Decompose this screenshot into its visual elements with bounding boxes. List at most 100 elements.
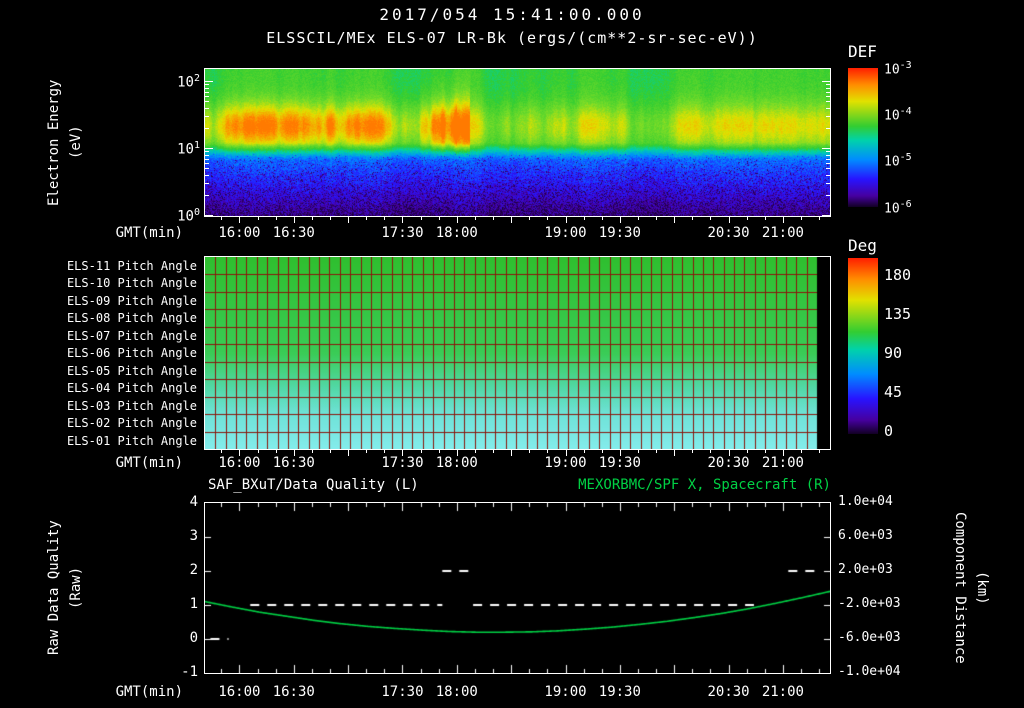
- time-axis-row-3: 16:00 16:30 17:30 18:00 19:00 19:30 20:30 21:00: [205, 684, 830, 700]
- axis-tick-mark: [826, 88, 830, 89]
- axis-tick-mark: [493, 217, 494, 220]
- time-tick-label: 21:00: [761, 225, 804, 241]
- deg-tick-label: 135: [884, 305, 912, 323]
- time-tick-label: 17:30: [381, 225, 424, 241]
- quality-ylabel: Raw Data Quality: [46, 520, 62, 656]
- def-tick-base: 10: [884, 154, 900, 170]
- axis-tick-mark: [826, 101, 830, 102]
- distance-tick-label: 1.0e+04: [838, 494, 893, 509]
- distance-tick-label: -2.0e+03: [838, 596, 901, 611]
- axis-tick-mark: [826, 163, 830, 164]
- axis-tick-mark: [258, 217, 259, 220]
- quality-distance-canvas: [205, 503, 830, 673]
- axis-tick-mark: [205, 128, 209, 129]
- quality-tick-label: -1: [181, 664, 198, 680]
- axis-tick-mark: [258, 450, 259, 453]
- timestamp-title: 2017/054 15:41:00.000: [379, 5, 645, 24]
- quality-tick-label: 0: [189, 630, 198, 646]
- pitch-row-label: ELS-01 Pitch Angle: [66, 433, 197, 448]
- axis-tick-mark: [826, 168, 830, 169]
- time-tick-label: 16:30: [272, 455, 315, 471]
- ytick-exp: 0: [193, 207, 200, 218]
- axis-tick-mark: [566, 450, 567, 456]
- axis-tick-mark: [783, 217, 784, 223]
- axis-tick-mark: [674, 217, 675, 223]
- axis-tick-mark: [205, 163, 209, 164]
- time-tick-label: 20:30: [707, 684, 750, 700]
- axis-tick-mark: [826, 151, 830, 152]
- axis-tick-mark: [402, 450, 403, 456]
- axis-tick-mark: [294, 450, 295, 456]
- def-colorbar: [848, 68, 878, 207]
- axis-tick-mark: [547, 217, 548, 220]
- axis-tick-mark: [384, 450, 385, 453]
- axis-tick-mark: [312, 450, 313, 453]
- axis-tick-mark: [822, 148, 830, 149]
- def-tick-1e-5: 10-5: [884, 152, 912, 169]
- quality-ylabel-units: (Raw): [68, 566, 84, 610]
- axis-tick-mark: [312, 217, 313, 220]
- axis-tick-mark: [330, 217, 331, 220]
- def-tick-exp: -4: [899, 106, 912, 117]
- pitch-row-label: ELS-08 Pitch Angle: [66, 311, 197, 326]
- ytick-exp: 2: [193, 73, 200, 84]
- axis-tick-mark: [584, 450, 585, 453]
- axis-tick-mark: [826, 183, 830, 184]
- axis-tick-mark: [765, 450, 766, 453]
- def-tick-base: 10: [884, 201, 900, 217]
- axis-tick-mark: [826, 128, 830, 129]
- pitch-row-label: ELS-11 Pitch Angle: [66, 259, 197, 273]
- def-tick-exp: -5: [899, 152, 912, 163]
- axis-tick-mark: [294, 217, 295, 223]
- axis-tick-mark: [620, 217, 621, 223]
- axis-tick-mark: [205, 151, 209, 152]
- pitch-row-label: ELS-06 Pitch Angle: [66, 346, 197, 361]
- time-tick-label: 16:00: [218, 225, 261, 241]
- time-tick-label: 16:30: [272, 225, 315, 241]
- deg-tick-label: 180: [884, 266, 912, 284]
- axis-tick-mark: [457, 450, 458, 456]
- quality-tick-label: 2: [189, 562, 198, 578]
- axis-tick-mark: [826, 96, 830, 97]
- distance-right-ticks: 1.0e+04 6.0e+03 2.0e+03 -2.0e+03 -6.0e+03 -1.…: [838, 494, 910, 679]
- time-tick-label: 16:00: [218, 455, 261, 471]
- colorbar-def-label: DEF: [848, 42, 877, 61]
- axis-tick-mark: [826, 92, 830, 93]
- axis-tick-mark: [457, 217, 458, 223]
- axis-tick-mark: [221, 217, 222, 220]
- deg-colorbar: [848, 258, 878, 434]
- axis-tick-mark: [205, 108, 209, 109]
- axis-tick-mark: [602, 217, 603, 220]
- axis-tick-mark: [205, 183, 209, 184]
- axis-tick-mark: [819, 217, 820, 220]
- ytick-1e0: 100: [158, 207, 200, 225]
- quality-left-ticks: 4 3 2 1 0 -1: [168, 494, 198, 680]
- axis-tick-mark: [205, 155, 209, 156]
- time-tick-label: 20:30: [707, 225, 750, 241]
- def-tick-1e-4: 10-4: [884, 106, 912, 123]
- def-tick-base: 10: [884, 108, 900, 124]
- axis-tick-mark: [205, 88, 209, 89]
- time-tick-label: 16:00: [218, 684, 261, 700]
- axis-tick-mark: [511, 217, 512, 223]
- axis-tick-mark: [205, 195, 209, 196]
- distance-tick-label: 6.0e+03: [838, 528, 893, 543]
- pitch-row-label: ELS-05 Pitch Angle: [66, 363, 197, 378]
- distance-ylabel: Component Distance: [952, 512, 968, 664]
- axis-tick-mark: [529, 217, 530, 220]
- axis-tick-mark: [366, 217, 367, 220]
- time-tick-label: 21:00: [761, 684, 804, 700]
- axis-tick-mark: [826, 155, 830, 156]
- axis-tick-mark: [239, 450, 240, 456]
- axis-tick-mark: [638, 450, 639, 453]
- electron-spectrogram-canvas: [205, 69, 830, 216]
- distance-tick-label: -6.0e+03: [838, 630, 901, 645]
- pitch-row-label: ELS-03 Pitch Angle: [66, 398, 197, 413]
- quality-distance-panel: [204, 502, 831, 674]
- time-axis-row-1: 16:00 16:30 17:30 18:00 19:00 19:30 20:30 21:00: [205, 225, 830, 241]
- time-tick-label: 19:30: [598, 225, 641, 241]
- time-tick-label: 17:30: [381, 455, 424, 471]
- axis-tick-mark: [276, 217, 277, 220]
- axis-tick-mark: [475, 217, 476, 220]
- def-tick-base: 10: [884, 62, 900, 78]
